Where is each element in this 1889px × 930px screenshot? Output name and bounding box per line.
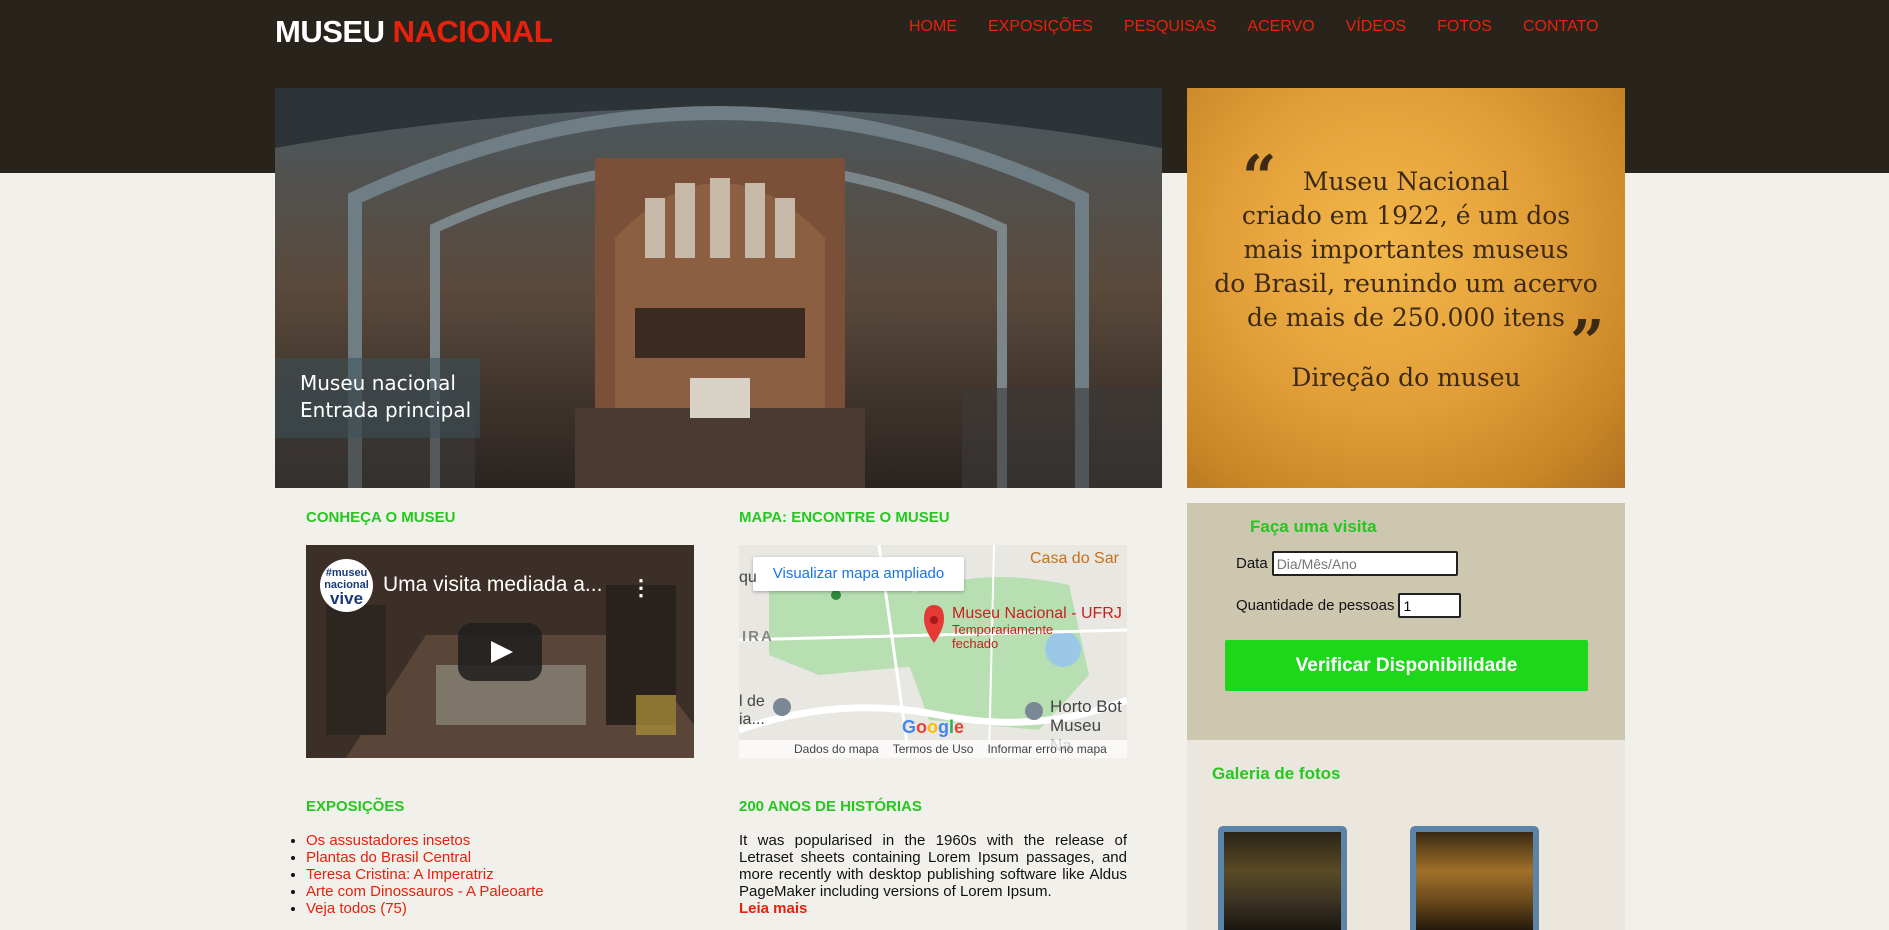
map-place-title: Museu Nacional - UFRJ — [952, 605, 1122, 622]
booking-title: Faça uma visita — [1250, 517, 1377, 536]
exhibitions-list: Os assustadores insetos Plantas do Brasi… — [306, 832, 544, 917]
quote-line: criado em 1922, é um dos — [1241, 201, 1571, 230]
channel-logo-top: #museu — [325, 567, 368, 579]
map-terms-link[interactable]: Termos de Uso — [893, 740, 974, 758]
nav-contato[interactable]: CONTATO — [1523, 18, 1599, 36]
section-title-museum: CONHEÇA O MUSEU — [306, 509, 456, 526]
date-input[interactable] — [1271, 551, 1458, 576]
gallery-thumbnail[interactable] — [1218, 826, 1347, 930]
play-icon[interactable] — [458, 623, 542, 681]
list-item: Arte com Dinossauros - A Paleoarte — [306, 883, 544, 900]
nav-acervo[interactable]: ACERVO — [1247, 18, 1314, 36]
qty-input[interactable] — [1398, 593, 1462, 618]
list-item: Plantas do Brasil Central — [306, 849, 544, 866]
section-title-history: 200 ANOS DE HISTÓRIAS — [739, 798, 922, 815]
date-label: Data — [1236, 555, 1268, 572]
section-title-exhibitions: EXPOSIÇÕES — [306, 798, 405, 815]
section-title-map: MAPA: ENCONTRE O MUSEU — [739, 509, 950, 526]
exhibition-link[interactable]: Arte com Dinossauros - A Paleoarte — [306, 883, 544, 900]
nav-home[interactable]: HOME — [909, 18, 957, 36]
check-availability-button[interactable]: Verificar Disponibilidade — [1225, 640, 1588, 691]
video-title[interactable]: Uma visita mediada a... — [383, 573, 602, 597]
map-label-top-left: qu — [739, 569, 757, 586]
hero-caption: Museu nacional Entrada principal — [275, 358, 480, 438]
map-label-left-3: ia... — [739, 711, 765, 728]
read-more-link[interactable]: Leia mais — [739, 900, 807, 917]
map-label-casa: Casa do Sar — [1030, 550, 1119, 567]
gallery-thumbnail[interactable] — [1410, 826, 1539, 930]
view-all-link[interactable]: Veja todos (75) — [306, 900, 407, 917]
list-item: Veja todos (75) — [306, 900, 544, 917]
map-footer: Dados do mapa Termos de Uso Informar err… — [739, 740, 1127, 758]
booking-panel: Faça uma visita Data Quantidade de pesso… — [1187, 503, 1625, 740]
quote-text: Museu Nacional criado em 1922, é um dos … — [1187, 165, 1625, 335]
view-larger-map-button[interactable]: Visualizar mapa ampliado — [753, 557, 964, 591]
list-item: Os assustadores insetos — [306, 832, 544, 849]
map-data-link[interactable]: Dados do mapa — [794, 740, 879, 758]
map-place-status-2: fechado — [952, 636, 999, 651]
date-row: Data — [1236, 551, 1458, 576]
main-nav: HOME EXPOSIÇÕES PESQUISAS ACERVO VÍDEOS … — [909, 18, 1630, 36]
map-label-left: IRA — [742, 628, 774, 645]
channel-logo-bottom: vive — [329, 589, 364, 608]
more-options-icon[interactable]: ⋮ — [630, 575, 652, 601]
quote-line: do Brasil, reunindo um acervo — [1214, 269, 1598, 298]
nav-fotos[interactable]: FOTOS — [1437, 18, 1492, 36]
list-item: Teresa Cristina: A Imperatriz — [306, 866, 544, 883]
map-label-left-2: l de — [739, 693, 765, 710]
exhibition-link[interactable]: Plantas do Brasil Central — [306, 849, 471, 866]
quote-line: Museu Nacional — [1302, 167, 1510, 196]
photo-gallery: Galeria de fotos — [1187, 740, 1625, 930]
quote-panel: “ Museu Nacional criado em 1922, é um do… — [1187, 88, 1625, 488]
quote-line: mais importantes museus — [1243, 235, 1569, 264]
embedded-map[interactable]: Visualizar mapa ampliado Casa do Sar qu … — [739, 545, 1127, 758]
exhibition-link[interactable]: Os assustadores insetos — [306, 832, 470, 849]
history-text: It was popularised in the 1960s with the… — [739, 832, 1127, 900]
hero-image: Museu nacional Entrada principal — [275, 88, 1162, 488]
nav-pesquisas[interactable]: PESQUISAS — [1124, 18, 1216, 36]
google-logo: Google — [902, 717, 965, 737]
site-logo[interactable]: MUSEU NACIONAL — [275, 14, 553, 50]
qty-row: Quantidade de pessoas — [1236, 593, 1462, 618]
logo-word-2: NACIONAL — [392, 14, 553, 49]
nav-videos[interactable]: VÍDEOS — [1346, 18, 1406, 36]
video-player[interactable]: #museu nacional vive Uma visita mediada … — [306, 545, 694, 758]
quote-line: de mais de 250.000 itens — [1247, 303, 1565, 332]
hero-caption-line2: Entrada principal — [300, 398, 472, 422]
logo-word-1: MUSEU — [275, 14, 385, 49]
quote-signature: Direção do museu — [1291, 363, 1521, 392]
qty-label: Quantidade de pessoas — [1236, 597, 1395, 614]
channel-logo[interactable]: #museu nacional vive — [320, 559, 373, 612]
hero-caption-line1: Museu nacional — [300, 371, 456, 395]
map-report-link[interactable]: Informar erro no mapa — [987, 740, 1106, 758]
map-place-status-1: Temporariamente — [952, 622, 1054, 637]
map-place-name[interactable]: Museu Nacional - UFRJ Temporariamente fe… — [952, 605, 1122, 651]
exhibition-link[interactable]: Teresa Cristina: A Imperatriz — [306, 866, 494, 883]
nav-exposicoes[interactable]: EXPOSIÇÕES — [988, 18, 1093, 36]
gallery-title: Galeria de fotos — [1212, 764, 1341, 783]
map-label-horto: Horto Bot — [1050, 697, 1122, 716]
